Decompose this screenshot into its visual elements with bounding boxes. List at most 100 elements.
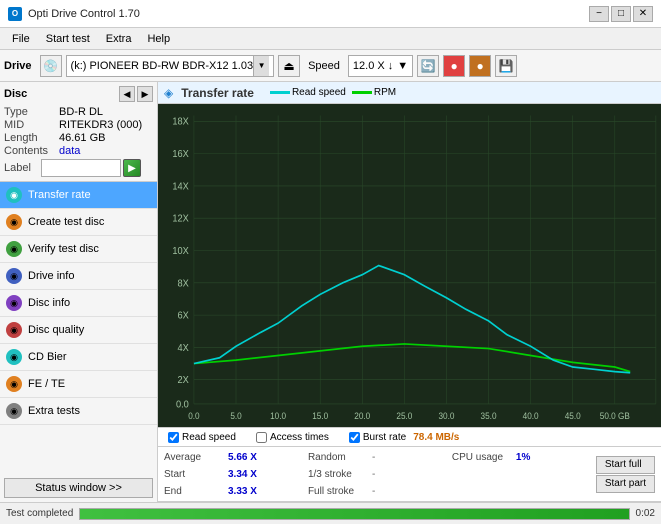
stat-stroke2-label: Full stroke: [308, 486, 368, 497]
disc-mid-label: MID: [4, 119, 59, 131]
nav-item-cd-bier[interactable]: ◉ CD Bier: [0, 344, 157, 371]
check-access-times[interactable]: Access times: [256, 432, 329, 443]
eject-button[interactable]: ⏏: [278, 55, 300, 77]
nav-item-fe-te[interactable]: ◉ FE / TE: [0, 371, 157, 398]
disc-label-label: Label: [4, 162, 39, 174]
stat-stroke2-value: -: [372, 486, 375, 497]
menu-start-test[interactable]: Start test: [38, 31, 98, 47]
menu-help[interactable]: Help: [139, 31, 178, 47]
nav-item-disc-info[interactable]: ◉ Disc info: [0, 290, 157, 317]
main-layout: Disc ◀ ▶ Type BD-R DL MID RITEKDR3 (000)…: [0, 82, 661, 502]
options-button2[interactable]: ●: [469, 55, 491, 77]
check-burst-rate[interactable]: Burst rate 78.4 MB/s: [349, 432, 460, 443]
nav-item-drive-info[interactable]: ◉ Drive info: [0, 263, 157, 290]
stat-random-row: Random -: [308, 449, 448, 465]
check-burst-rate-label: Burst rate: [363, 432, 406, 443]
check-read-speed-label: Read speed: [182, 432, 236, 443]
legend-rpm: RPM: [352, 87, 396, 98]
stat-average-label: Average: [164, 452, 224, 463]
nav-icon-cd-bier: ◉: [6, 349, 22, 365]
menu-file[interactable]: File: [4, 31, 38, 47]
stat-stroke2-row: Full stroke -: [308, 483, 448, 499]
nav-item-extra-tests[interactable]: ◉ Extra tests: [0, 398, 157, 425]
disc-icon-btn1[interactable]: ◀: [119, 86, 135, 102]
stat-cpu-label: CPU usage: [452, 452, 512, 463]
chart-icon: ◈: [164, 86, 173, 100]
nav-item-create-test-disc[interactable]: ◉ Create test disc: [0, 209, 157, 236]
check-read-speed-input[interactable]: [168, 432, 179, 443]
disc-icon-btn2[interactable]: ▶: [137, 86, 153, 102]
speed-select[interactable]: 12.0 X ↓ ▼: [348, 55, 413, 77]
stat-end-row: End 3.33 X: [164, 483, 304, 499]
svg-text:2X: 2X: [177, 375, 189, 387]
progress-bar-fill: [80, 509, 628, 519]
svg-text:25.0: 25.0: [396, 410, 412, 421]
stats-area: Average 5.66 X Start 3.34 X End 3.33 X R…: [158, 447, 661, 502]
svg-text:18X: 18X: [172, 116, 189, 128]
nav-label-cd-bier: CD Bier: [28, 351, 67, 363]
content-area: ◈ Transfer rate Read speed RPM: [158, 82, 661, 502]
refresh-button[interactable]: 🔄: [417, 55, 439, 77]
start-part-btn[interactable]: Start part: [596, 475, 655, 493]
svg-text:5.0: 5.0: [230, 410, 242, 421]
stat-col-1: Average 5.66 X Start 3.34 X End 3.33 X: [164, 449, 304, 499]
speed-arrow: ▼: [397, 60, 408, 72]
maximize-button[interactable]: □: [611, 6, 631, 22]
speed-label: Speed: [308, 60, 340, 72]
svg-text:40.0: 40.0: [523, 410, 539, 421]
stat-stroke1-row: 1/3 stroke -: [308, 466, 448, 482]
stat-col-3: CPU usage 1%: [452, 449, 592, 499]
drive-label: Drive: [4, 60, 32, 72]
nav-icon-create-test-disc: ◉: [6, 214, 22, 230]
nav-icon-fe-te: ◉: [6, 376, 22, 392]
nav-item-verify-test-disc[interactable]: ◉ Verify test disc: [0, 236, 157, 263]
legend-rpm-label: RPM: [374, 87, 396, 98]
disc-contents-row: Contents data: [4, 145, 153, 157]
check-access-times-input[interactable]: [256, 432, 267, 443]
svg-text:14X: 14X: [172, 181, 189, 193]
nav-icon-disc-info: ◉: [6, 295, 22, 311]
app-icon: O: [8, 7, 22, 21]
stat-end-label: End: [164, 486, 224, 497]
nav-item-disc-quality[interactable]: ◉ Disc quality: [0, 317, 157, 344]
svg-text:30.0: 30.0: [438, 410, 454, 421]
stat-random-value: -: [372, 452, 375, 463]
stat-col-2: Random - 1/3 stroke - Full stroke -: [308, 449, 448, 499]
stat-end-value: 3.33 X: [228, 486, 264, 497]
svg-text:4X: 4X: [177, 342, 189, 354]
stat-start-label: Start: [164, 469, 224, 480]
check-burst-rate-input[interactable]: [349, 432, 360, 443]
minimize-button[interactable]: −: [589, 6, 609, 22]
disc-label-input[interactable]: [41, 159, 121, 177]
nav-item-transfer-rate[interactable]: ◉ Transfer rate: [0, 182, 157, 209]
status-window-btn[interactable]: Status window >>: [4, 478, 153, 498]
start-full-btn[interactable]: Start full: [596, 456, 655, 474]
svg-text:0.0: 0.0: [188, 410, 200, 421]
drive-select[interactable]: (k:) PIONEER BD-RW BDR-X12 1.03 ▼: [66, 55, 275, 77]
close-button[interactable]: ✕: [633, 6, 653, 22]
svg-text:35.0: 35.0: [481, 410, 497, 421]
legend-read-speed-label: Read speed: [292, 87, 346, 98]
drive-select-arrow[interactable]: ▼: [253, 56, 269, 76]
disc-contents-label: Contents: [4, 145, 59, 157]
progress-time: 0:02: [636, 508, 655, 519]
menu-extra[interactable]: Extra: [98, 31, 140, 47]
toolbar: Drive 💿 (k:) PIONEER BD-RW BDR-X12 1.03 …: [0, 50, 661, 82]
svg-text:10.0: 10.0: [270, 410, 286, 421]
nav-icon-extra-tests: ◉: [6, 403, 22, 419]
stat-cpu-value: 1%: [516, 452, 530, 463]
stat-start-value: 3.34 X: [228, 469, 264, 480]
disc-mid-row: MID RITEKDR3 (000): [4, 119, 153, 131]
options-button1[interactable]: ●: [443, 55, 465, 77]
stat-cpu-row: CPU usage 1%: [452, 449, 592, 465]
chart-title: Transfer rate: [181, 86, 254, 100]
svg-text:15.0: 15.0: [312, 410, 328, 421]
save-button[interactable]: 💾: [495, 55, 517, 77]
disc-label-icon-btn[interactable]: ▶: [123, 159, 141, 177]
stat-stroke1-label: 1/3 stroke: [308, 469, 368, 480]
disc-type-label: Type: [4, 106, 59, 118]
stat-stroke1-value: -: [372, 469, 375, 480]
drive-icon-btn[interactable]: 💿: [40, 55, 62, 77]
check-read-speed[interactable]: Read speed: [168, 432, 236, 443]
speed-value: 12.0 X ↓: [353, 60, 393, 72]
